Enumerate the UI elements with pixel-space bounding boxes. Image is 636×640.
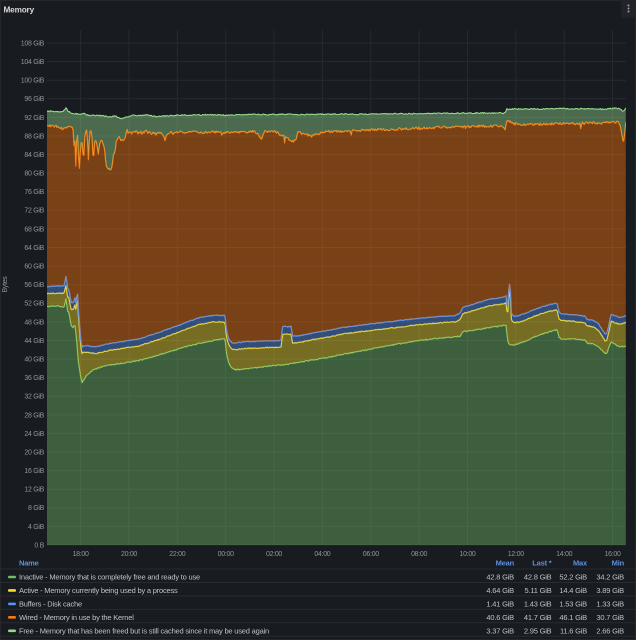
svg-text:08:00: 08:00 bbox=[411, 551, 427, 558]
svg-text:41.7 GiB: 41.7 GiB bbox=[524, 613, 552, 622]
svg-text:72 GiB: 72 GiB bbox=[24, 208, 44, 215]
svg-text:34.2 GiB: 34.2 GiB bbox=[596, 573, 624, 582]
svg-text:108 GiB: 108 GiB bbox=[21, 40, 45, 47]
svg-text:Memory: Memory bbox=[4, 6, 35, 15]
svg-text:Buffers - Disk cache: Buffers - Disk cache bbox=[19, 600, 82, 609]
svg-text:5.11 GiB: 5.11 GiB bbox=[524, 586, 551, 595]
svg-text:30.7 GiB: 30.7 GiB bbox=[596, 613, 624, 622]
svg-text:06:00: 06:00 bbox=[363, 551, 379, 558]
svg-text:44 GiB: 44 GiB bbox=[24, 338, 44, 345]
svg-text:Bytes: Bytes bbox=[2, 276, 9, 293]
svg-text:28 GiB: 28 GiB bbox=[24, 412, 44, 419]
svg-text:104 GiB: 104 GiB bbox=[21, 59, 45, 66]
svg-text:00:00: 00:00 bbox=[218, 551, 234, 558]
svg-text:04:00: 04:00 bbox=[314, 551, 330, 558]
svg-text:Wired - Memory in use by the K: Wired - Memory in use by the Kernel bbox=[19, 613, 134, 622]
svg-text:Name: Name bbox=[19, 559, 39, 568]
svg-text:14:00: 14:00 bbox=[556, 551, 572, 558]
svg-text:46.1 GiB: 46.1 GiB bbox=[559, 613, 587, 622]
svg-text:Free - Memory that has been fr: Free - Memory that has been freed but is… bbox=[19, 626, 269, 635]
svg-text:64 GiB: 64 GiB bbox=[24, 245, 44, 252]
svg-text:Mean: Mean bbox=[496, 559, 515, 568]
svg-text:1.41 GiB: 1.41 GiB bbox=[486, 600, 514, 609]
svg-text:52.2 GiB: 52.2 GiB bbox=[559, 573, 587, 582]
svg-text:18:00: 18:00 bbox=[73, 551, 89, 558]
svg-text:24 GiB: 24 GiB bbox=[24, 431, 44, 438]
svg-text:Last *: Last * bbox=[532, 559, 552, 568]
svg-text:10:00: 10:00 bbox=[459, 551, 475, 558]
svg-text:16 GiB: 16 GiB bbox=[24, 468, 44, 475]
svg-text:1.43 GiB: 1.43 GiB bbox=[524, 600, 552, 609]
svg-text:92 GiB: 92 GiB bbox=[24, 115, 44, 122]
svg-text:42.8 GiB: 42.8 GiB bbox=[524, 573, 552, 582]
svg-text:20:00: 20:00 bbox=[121, 551, 137, 558]
svg-text:2.95 GiB: 2.95 GiB bbox=[524, 626, 552, 635]
svg-text:Max: Max bbox=[573, 559, 588, 568]
svg-text:56 GiB: 56 GiB bbox=[24, 282, 44, 289]
svg-text:52 GiB: 52 GiB bbox=[24, 301, 44, 308]
svg-text:40.6 GiB: 40.6 GiB bbox=[486, 613, 514, 622]
svg-text:3.89 GiB: 3.89 GiB bbox=[596, 586, 624, 595]
svg-text:84 GiB: 84 GiB bbox=[24, 152, 44, 159]
svg-text:20 GiB: 20 GiB bbox=[24, 449, 44, 456]
svg-text:12:00: 12:00 bbox=[508, 551, 524, 558]
svg-text:48 GiB: 48 GiB bbox=[24, 319, 44, 326]
svg-text:02:00: 02:00 bbox=[266, 551, 282, 558]
svg-text:60 GiB: 60 GiB bbox=[24, 264, 44, 271]
svg-text:Min: Min bbox=[612, 559, 625, 568]
svg-text:Inactive - Memory that is comp: Inactive - Memory that is completely fre… bbox=[19, 573, 200, 582]
svg-text:11.6 GiB: 11.6 GiB bbox=[560, 626, 587, 635]
svg-text:80 GiB: 80 GiB bbox=[24, 171, 44, 178]
svg-text:36 GiB: 36 GiB bbox=[24, 375, 44, 382]
svg-text:14.4 GiB: 14.4 GiB bbox=[559, 586, 587, 595]
svg-text:1.33 GiB: 1.33 GiB bbox=[596, 600, 624, 609]
svg-text:0 B: 0 B bbox=[34, 542, 44, 549]
svg-text:8 GiB: 8 GiB bbox=[28, 505, 45, 512]
svg-text:100 GiB: 100 GiB bbox=[21, 78, 45, 85]
svg-text:12 GiB: 12 GiB bbox=[24, 487, 44, 494]
svg-text:16:00: 16:00 bbox=[605, 551, 621, 558]
svg-text:88 GiB: 88 GiB bbox=[24, 133, 44, 140]
svg-text:96 GiB: 96 GiB bbox=[24, 96, 44, 103]
svg-text:32 GiB: 32 GiB bbox=[24, 394, 44, 401]
svg-text:40 GiB: 40 GiB bbox=[24, 357, 44, 364]
svg-text:4.64 GiB: 4.64 GiB bbox=[486, 586, 514, 595]
svg-text:Active - Memory currently bein: Active - Memory currently being used by … bbox=[19, 586, 178, 595]
svg-text:42.8 GiB: 42.8 GiB bbox=[486, 573, 514, 582]
svg-text:4 GiB: 4 GiB bbox=[28, 524, 45, 531]
svg-text:3.37 GiB: 3.37 GiB bbox=[486, 626, 514, 635]
svg-text:1.53 GiB: 1.53 GiB bbox=[559, 600, 587, 609]
svg-text:2.66 GiB: 2.66 GiB bbox=[596, 626, 624, 635]
svg-text:68 GiB: 68 GiB bbox=[24, 226, 44, 233]
svg-text:76 GiB: 76 GiB bbox=[24, 189, 44, 196]
svg-text:22:00: 22:00 bbox=[169, 551, 185, 558]
